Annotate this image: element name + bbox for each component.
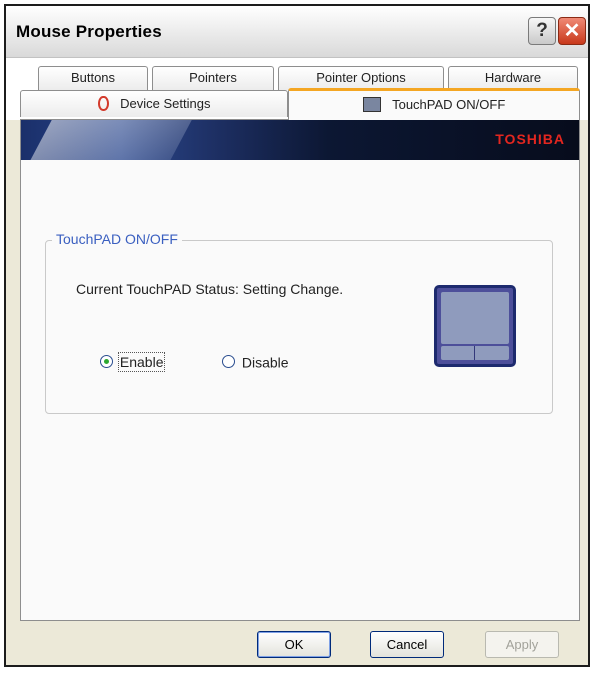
tab-pointer-options[interactable]: Pointer Options — [278, 66, 444, 90]
toshiba-banner: TOSHIBA — [21, 120, 579, 160]
tab-label: Hardware — [484, 70, 542, 85]
touchpad-buttons — [441, 346, 509, 360]
tab-label: Buttons — [70, 70, 116, 85]
touchpad-illustration — [434, 285, 516, 367]
tab-label: TouchPAD ON/OFF — [392, 97, 506, 112]
close-icon: ✕ — [563, 20, 581, 42]
tab-label: Pointers — [189, 70, 237, 85]
tab-hardware[interactable]: Hardware — [448, 66, 578, 90]
enable-label: Enable — [117, 352, 166, 373]
mouse-properties-dialog: Mouse Properties ? ✕ Buttons Pointers Po… — [4, 4, 590, 667]
window-title: Mouse Properties — [16, 22, 162, 41]
cancel-button[interactable]: Cancel — [370, 631, 444, 658]
apply-button[interactable]: Apply — [485, 631, 559, 658]
disable-label: Disable — [241, 354, 289, 371]
radio-checked-icon[interactable] — [100, 354, 113, 368]
banner-laptop-graphic — [23, 120, 195, 160]
tab-buttons[interactable]: Buttons — [38, 66, 148, 90]
title-bar[interactable]: Mouse Properties ? ✕ — [6, 6, 588, 58]
touchpad-surface — [441, 292, 509, 344]
tab-strip: Buttons Pointers Pointer Options Hardwar… — [6, 58, 588, 120]
help-icon: ? — [536, 20, 548, 41]
tab-label: Pointer Options — [316, 70, 406, 85]
groupbox-legend: TouchPAD ON/OFF — [52, 231, 182, 247]
tab-pointers[interactable]: Pointers — [152, 66, 274, 90]
radio-unchecked-icon[interactable] — [222, 354, 235, 368]
help-button[interactable]: ? — [528, 17, 556, 45]
disable-radio[interactable]: Disable — [222, 353, 289, 370]
tab-label: Device Settings — [120, 96, 211, 111]
close-button[interactable]: ✕ — [558, 17, 586, 45]
status-text: Current TouchPAD Status: Setting Change. — [76, 281, 344, 297]
touchpad-groupbox: TouchPAD ON/OFF Current TouchPAD Status:… — [45, 231, 553, 414]
tab-content-panel: TOSHIBA TouchPAD ON/OFF Current TouchPAD… — [20, 119, 580, 621]
mouse-icon — [97, 96, 109, 112]
enable-radio[interactable]: Enable — [100, 352, 166, 373]
tab-device-settings[interactable]: Device Settings — [20, 90, 288, 117]
ok-button[interactable]: OK — [257, 631, 331, 658]
touchpad-icon — [362, 97, 381, 113]
brand-logo: TOSHIBA — [495, 131, 565, 147]
tab-touchpad-on-off[interactable]: TouchPAD ON/OFF — [288, 88, 580, 120]
